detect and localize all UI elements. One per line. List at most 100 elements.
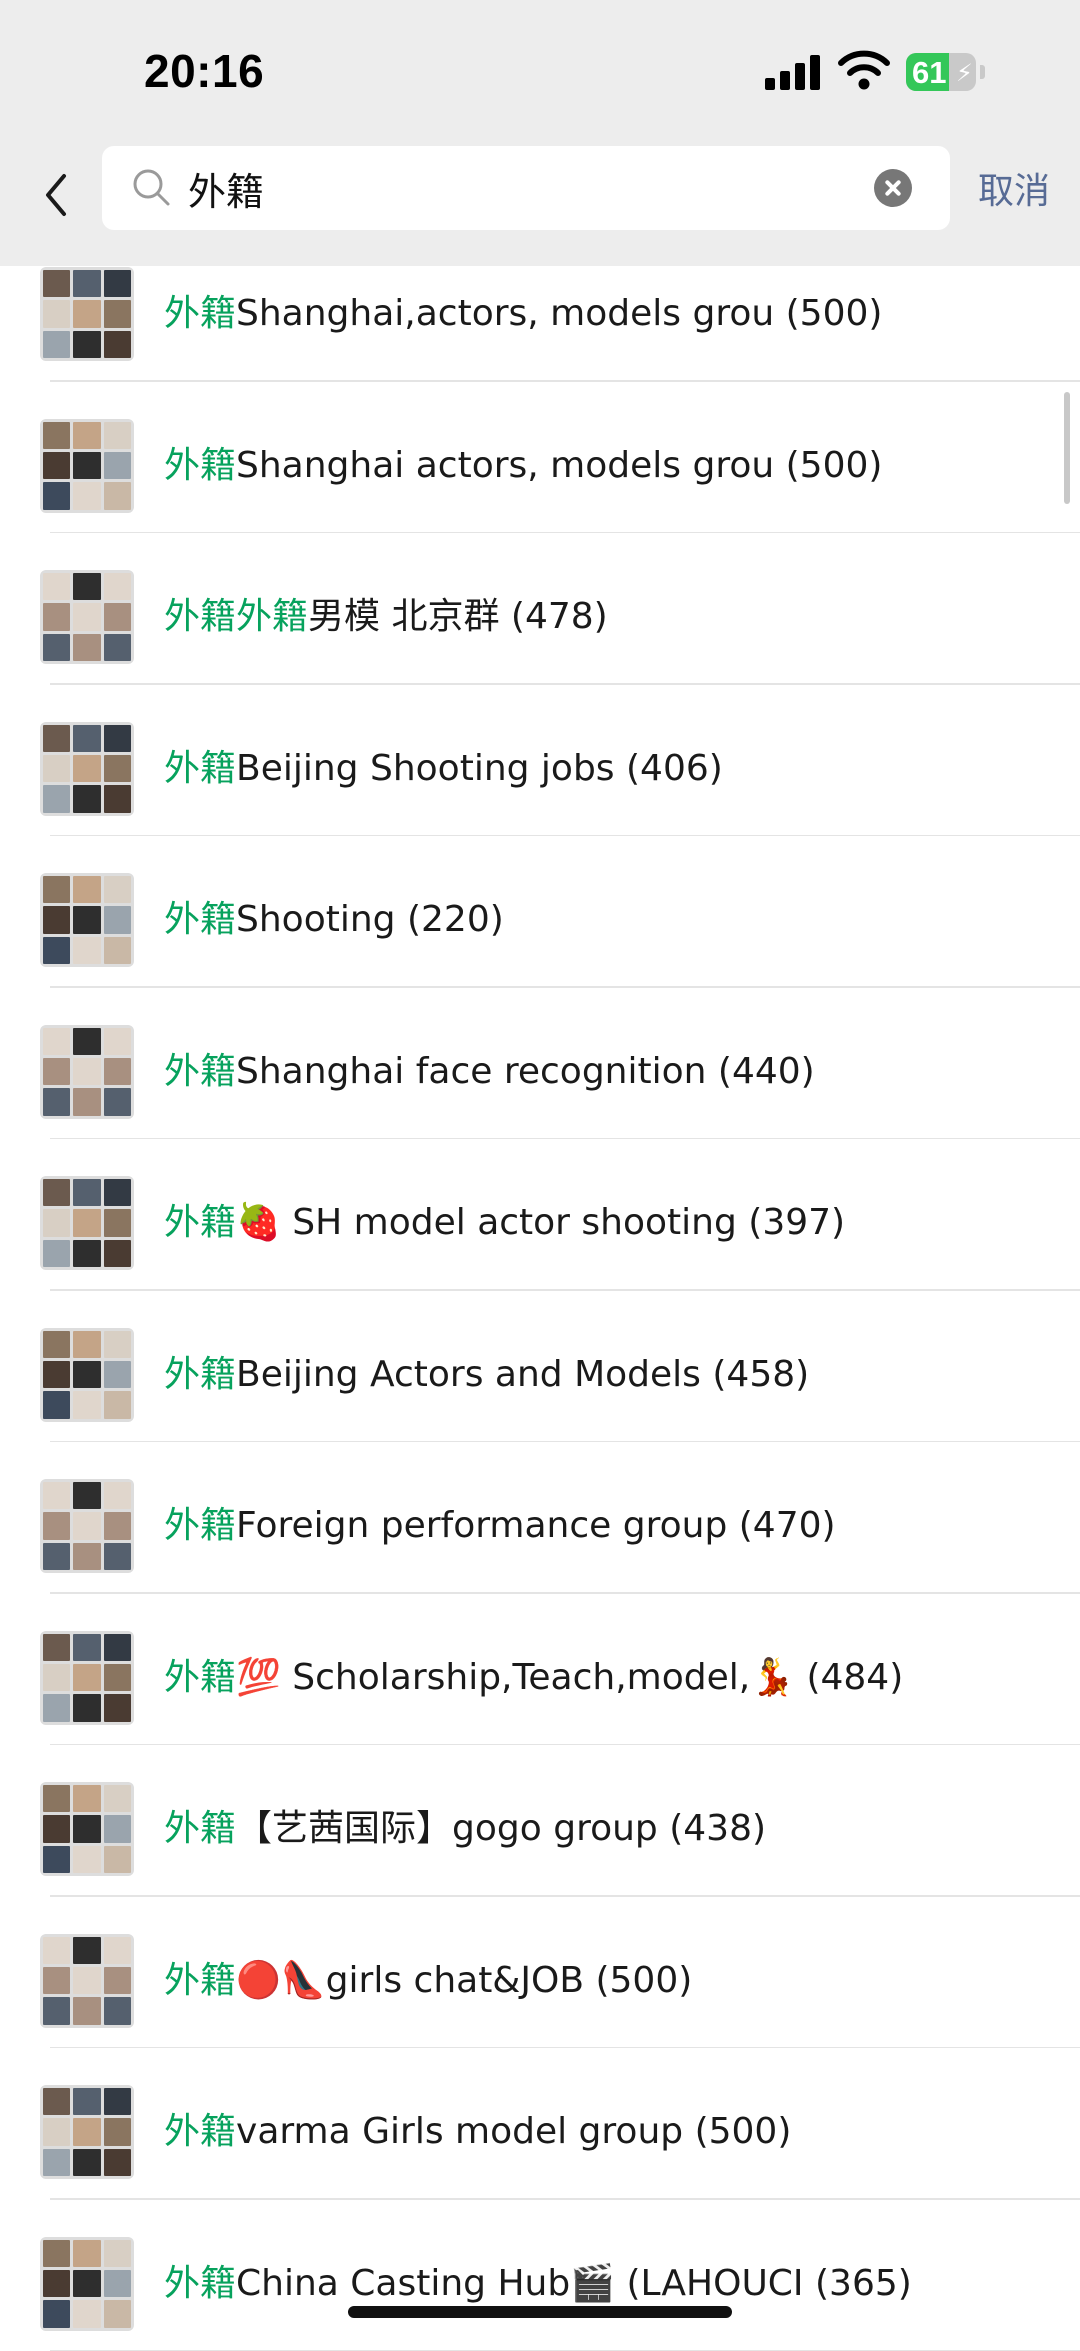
avatar-tile xyxy=(73,452,100,479)
charging-bolt-icon: ⚡ xyxy=(956,59,973,88)
result-title: 外籍Shanghai face recognition (440) xyxy=(164,1042,1064,1094)
avatar-tile xyxy=(43,755,70,782)
member-count: (500) xyxy=(695,2111,792,2152)
member-count: (406) xyxy=(626,748,723,789)
top-bar: 20:16 61 ⚡ xyxy=(0,0,1080,266)
avatar-tile xyxy=(73,906,100,933)
avatar-tile xyxy=(73,1967,100,1994)
avatar-tile xyxy=(104,1512,131,1539)
avatar-tile xyxy=(43,725,70,752)
group-name: 🍓 SH model actor shooting xyxy=(236,1202,737,1243)
result-title: 外籍China Casting Hub🎬 (LAHOUCI (365) xyxy=(164,2254,1064,2306)
clear-search-icon[interactable] xyxy=(874,169,912,207)
group-name: varma Girls model group xyxy=(236,2111,683,2152)
avatar-tile xyxy=(73,1997,100,2024)
avatar-tile xyxy=(104,2088,131,2115)
result-item[interactable]: 外籍💯 Scholarship,Teach,model,💃 (484) xyxy=(0,1594,1080,1746)
result-item[interactable]: 外籍🔴👠girls chat&JOB (500) xyxy=(0,1897,1080,2049)
search-box[interactable] xyxy=(102,146,950,230)
avatar-tile xyxy=(73,1634,100,1661)
avatar-tile xyxy=(73,1664,100,1691)
avatar-tile xyxy=(43,422,70,449)
avatar-tile xyxy=(104,1997,131,2024)
result-item[interactable]: 外籍Beijing Shooting jobs (406) xyxy=(0,685,1080,837)
avatar-tile xyxy=(73,1482,100,1509)
avatar-tile xyxy=(43,1785,70,1812)
avatar-tile xyxy=(104,573,131,600)
member-count: (470) xyxy=(739,1505,836,1546)
result-item[interactable]: 外籍China Casting Hub🎬 (LAHOUCI (365) xyxy=(0,2200,1080,2351)
home-indicator[interactable] xyxy=(348,2306,732,2318)
avatar-tile xyxy=(104,1967,131,1994)
group-name: Shanghai actors, models grou xyxy=(236,445,774,486)
avatar-tile xyxy=(104,422,131,449)
avatar-tile xyxy=(43,452,70,479)
avatar-tile xyxy=(43,2118,70,2145)
avatar-tile xyxy=(43,573,70,600)
avatar-tile xyxy=(73,1058,100,1085)
result-item[interactable]: 外籍外籍男模 北京群 (478) xyxy=(0,533,1080,685)
group-avatar xyxy=(40,873,134,967)
avatar-tile xyxy=(73,2270,100,2297)
member-count: (365) xyxy=(815,2263,912,2304)
avatar-tile xyxy=(73,725,100,752)
search-bar: 取消 xyxy=(0,140,1080,266)
avatar-tile xyxy=(73,270,100,297)
result-title: 外籍🍓 SH model actor shooting (397) xyxy=(164,1193,1064,1245)
group-avatar xyxy=(40,2237,134,2331)
result-item[interactable]: 外籍Shooting (220) xyxy=(0,836,1080,988)
avatar-tile xyxy=(43,1815,70,1842)
member-count: (500) xyxy=(595,1960,692,2001)
result-item[interactable]: 外籍Shanghai face recognition (440) xyxy=(0,988,1080,1140)
avatar-tile xyxy=(73,1240,100,1267)
group-name: 【艺茜国际】gogo group xyxy=(236,1808,658,1849)
group-name: 🔴👠girls chat&JOB xyxy=(236,1960,584,2001)
avatar-tile xyxy=(43,1512,70,1539)
cancel-button[interactable]: 取消 xyxy=(978,162,1050,214)
avatar-tile xyxy=(73,1391,100,1418)
match-highlight: 外籍 xyxy=(164,748,236,789)
avatar-tile xyxy=(73,1512,100,1539)
group-avatar xyxy=(40,722,134,816)
avatar-tile xyxy=(104,755,131,782)
avatar-tile xyxy=(43,331,70,358)
match-highlight: 外籍 xyxy=(164,1505,236,1546)
avatar-tile xyxy=(73,1028,100,1055)
match-highlight: 外籍 xyxy=(164,1657,236,1698)
match-highlight: 外籍 xyxy=(164,899,236,940)
avatar-tile xyxy=(104,634,131,661)
result-item[interactable]: 外籍Beijing Actors and Models (458) xyxy=(0,1291,1080,1443)
match-highlight: 外籍 xyxy=(164,293,236,334)
result-item[interactable]: 外籍Shanghai actors, models grou (500) xyxy=(0,382,1080,534)
group-name: 💯 Scholarship,Teach,model,💃 xyxy=(236,1657,795,1698)
group-avatar xyxy=(40,1782,134,1876)
avatar-tile xyxy=(43,270,70,297)
member-count: (440) xyxy=(718,1051,815,1092)
avatar-tile xyxy=(73,1694,100,1721)
search-icon xyxy=(130,166,174,210)
avatar-tile xyxy=(104,2149,131,2176)
avatar-tile xyxy=(104,1209,131,1236)
search-input[interactable] xyxy=(188,158,848,218)
wifi-icon xyxy=(838,48,890,92)
avatar-tile xyxy=(73,1785,100,1812)
group-avatar xyxy=(40,1479,134,1573)
avatar-tile xyxy=(73,1815,100,1842)
result-item[interactable]: 外籍【艺茜国际】gogo group (438) xyxy=(0,1745,1080,1897)
avatar-tile xyxy=(73,422,100,449)
result-item[interactable]: 外籍varma Girls model group (500) xyxy=(0,2048,1080,2200)
avatar-tile xyxy=(73,1331,100,1358)
scroll-indicator[interactable] xyxy=(1064,392,1070,504)
avatar-tile xyxy=(43,2300,70,2327)
back-chevron-icon[interactable] xyxy=(30,160,90,230)
avatar-tile xyxy=(104,1088,131,1115)
group-name: Beijing Actors and Models xyxy=(236,1354,701,1395)
result-title: 外籍Foreign performance group (470) xyxy=(164,1496,1064,1548)
group-avatar xyxy=(40,570,134,664)
result-item[interactable]: 外籍Foreign performance group (470) xyxy=(0,1442,1080,1594)
member-count: (397) xyxy=(748,1202,845,1243)
avatar-tile xyxy=(43,2240,70,2267)
result-title: 外籍【艺茜国际】gogo group (438) xyxy=(164,1799,1064,1851)
result-item[interactable]: 外籍🍓 SH model actor shooting (397) xyxy=(0,1139,1080,1291)
avatar-tile xyxy=(43,1391,70,1418)
